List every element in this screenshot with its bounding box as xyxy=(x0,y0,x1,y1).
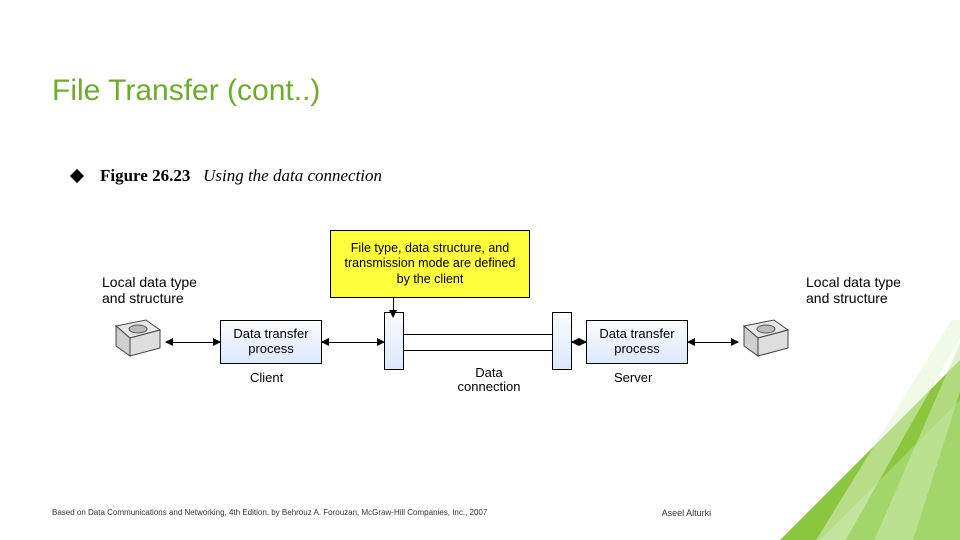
callout-yellow: File type, data structure, and transmiss… xyxy=(330,230,530,298)
figure-number: Figure 26.23 xyxy=(100,166,190,185)
figure-label: Figure 26.23 Using the data connection xyxy=(100,166,382,186)
disk-icon-right xyxy=(740,316,792,356)
arrow-down-icon xyxy=(389,310,397,318)
conn-line xyxy=(572,342,586,343)
box-data-transfer-server: Data transfer process xyxy=(586,320,688,364)
port-box-left xyxy=(384,312,404,370)
label-server: Server xyxy=(614,370,652,385)
diagram: Local data type and structure Local data… xyxy=(52,230,908,440)
bullet-icon xyxy=(70,169,84,183)
data-conn-line xyxy=(404,334,552,335)
slide-title: File Transfer (cont..) xyxy=(52,74,320,108)
label-local-left: Local data type and structure xyxy=(102,274,222,306)
footer-source: Based on Data Communications and Network… xyxy=(52,508,487,518)
slide: File Transfer (cont..) Figure 26.23 Usin… xyxy=(0,0,960,540)
port-box-right xyxy=(552,312,572,370)
footer-author: Aseel Alturki xyxy=(662,508,712,518)
footer: Based on Data Communications and Network… xyxy=(52,508,908,518)
data-conn-line xyxy=(404,350,552,351)
figure-bullet: Figure 26.23 Using the data connection xyxy=(72,166,382,186)
label-local-right: Local data type and structure xyxy=(806,274,926,306)
conn-line xyxy=(322,342,384,343)
label-client: Client xyxy=(250,370,283,385)
label-data-connection: Data connection xyxy=(449,366,529,395)
box-data-transfer-client: Data transfer process xyxy=(220,320,322,364)
conn-line xyxy=(166,342,220,343)
conn-line xyxy=(688,342,738,343)
disk-icon-left xyxy=(112,316,164,356)
figure-caption: Using the data connection xyxy=(203,166,382,185)
footer-page: 26.50 xyxy=(885,508,908,518)
